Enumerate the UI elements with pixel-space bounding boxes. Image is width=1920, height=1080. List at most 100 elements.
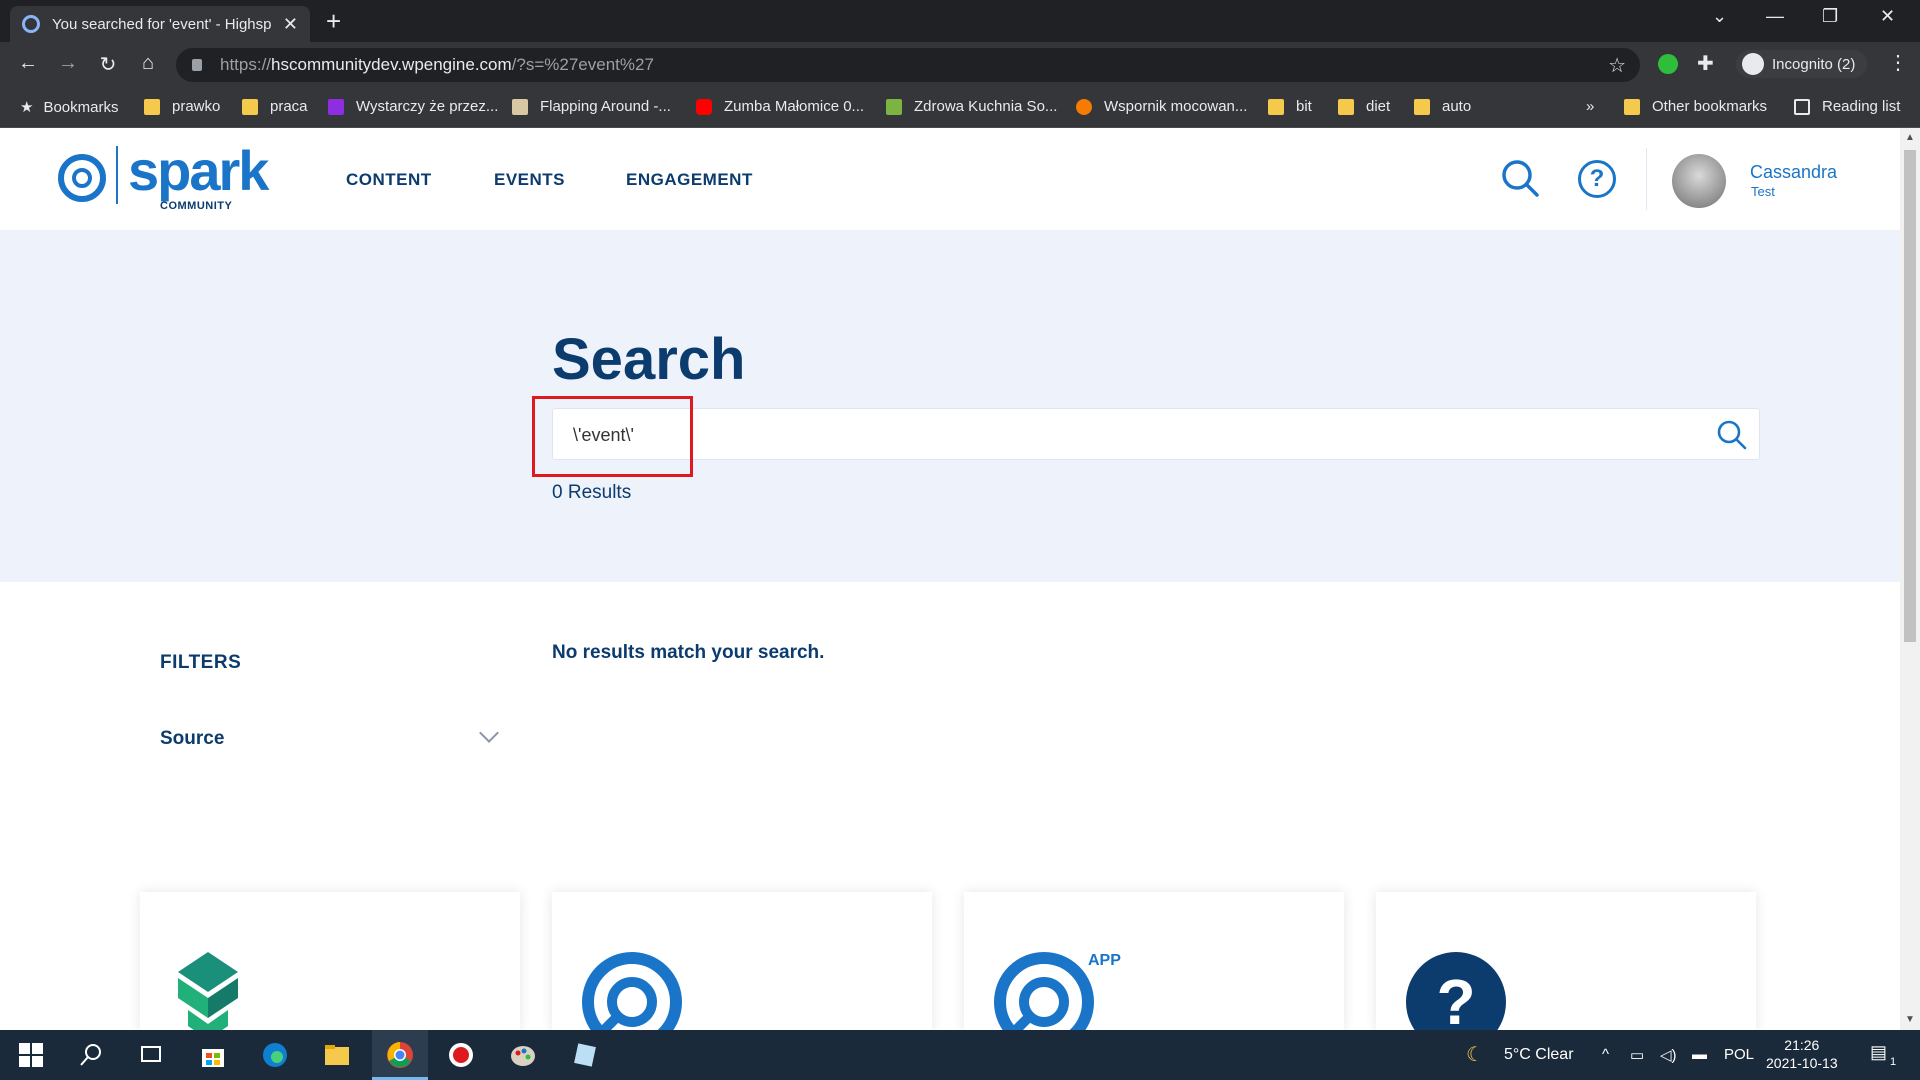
bookmark-bookmarks[interactable]: ★ Bookmarks: [20, 98, 118, 117]
scroll-up-icon[interactable]: ▲: [1905, 132, 1915, 143]
restore-window-button[interactable]: ❐: [1822, 6, 1838, 27]
search-input[interactable]: \'event\': [552, 408, 1760, 460]
bookmarks-overflow-icon[interactable]: »: [1586, 98, 1594, 115]
bookmark-folder-prawko[interactable]: prawko: [144, 98, 220, 115]
incognito-profile-button[interactable]: Incognito (2): [1736, 50, 1868, 78]
spark-logo-icon: [582, 952, 682, 1034]
nav-engagement[interactable]: ENGAGEMENT: [626, 170, 753, 190]
clock[interactable]: 21:26 2021-10-13: [1766, 1036, 1838, 1072]
help-icon[interactable]: ?: [1578, 160, 1616, 198]
volume-icon[interactable]: ◁): [1660, 1046, 1677, 1064]
browser-tab-active[interactable]: You searched for 'event' - Highsp ✕: [10, 6, 310, 42]
folder-icon: [242, 98, 258, 115]
incognito-icon: [1742, 53, 1764, 75]
lock-icon[interactable]: [192, 59, 202, 71]
browser-menu-icon[interactable]: ⋮: [1888, 50, 1908, 75]
url-host: hscommunitydev.wpengine.com: [271, 55, 512, 74]
card-app[interactable]: APP: [964, 892, 1344, 1034]
input-language[interactable]: POL: [1724, 1046, 1754, 1063]
notification-count: 1: [1890, 1056, 1897, 1068]
user-subtitle: Test: [1751, 184, 1775, 199]
chrome-icon[interactable]: [385, 1040, 415, 1070]
url-scheme: https://: [220, 55, 272, 74]
bookmark-wspornik[interactable]: Wspornik mocowan...: [1076, 98, 1247, 115]
scrollbar-thumb[interactable]: [1904, 150, 1916, 642]
network-icon[interactable]: ▭: [1630, 1046, 1644, 1064]
result-count: 0 Results: [552, 482, 632, 503]
back-button[interactable]: ←: [16, 52, 40, 75]
bookmark-folder-other[interactable]: Other bookmarks: [1624, 98, 1767, 115]
extension-icon[interactable]: [1658, 54, 1678, 74]
bookmark-folder-diet[interactable]: diet: [1338, 98, 1390, 115]
reading-list-icon: [1794, 98, 1810, 115]
browser-tab-strip: You searched for 'event' - Highsp ✕ + ⌄ …: [0, 0, 1920, 42]
site-favicon-icon: [512, 98, 528, 115]
windows-start-icon[interactable]: [16, 1040, 46, 1070]
reload-button[interactable]: ↻: [96, 52, 120, 77]
paint-icon[interactable]: [508, 1040, 538, 1070]
bookmark-wystarczy[interactable]: Wystarczy że przez...: [328, 98, 498, 115]
forward-button[interactable]: →: [56, 52, 80, 75]
address-bar[interactable]: https://hscommunitydev.wpengine.com/?s=%…: [176, 48, 1640, 82]
file-explorer-icon[interactable]: [322, 1040, 352, 1070]
nav-events[interactable]: EVENTS: [494, 170, 565, 190]
youtube-icon: [696, 98, 712, 115]
taskbar-search-icon[interactable]: [76, 1040, 106, 1070]
card-spark[interactable]: [552, 892, 932, 1034]
task-view-icon[interactable]: [136, 1040, 166, 1070]
star-icon: ★: [20, 99, 34, 116]
close-window-button[interactable]: ✕: [1880, 6, 1895, 27]
card-community[interactable]: [140, 892, 520, 1040]
tab-search-chevron-icon[interactable]: ⌄: [1712, 6, 1727, 27]
header-search-icon[interactable]: [1500, 158, 1540, 198]
user-name[interactable]: Cassandra: [1750, 162, 1837, 183]
source-filter-label: Source: [160, 728, 225, 749]
notifications-icon[interactable]: ▤: [1870, 1042, 1887, 1063]
extensions-puzzle-icon[interactable]: ✚: [1697, 51, 1714, 76]
tray-overflow-icon[interactable]: ^: [1602, 1046, 1609, 1063]
spark-community-logo[interactable]: spark: [58, 143, 269, 204]
community-logo-icon: [178, 952, 238, 1040]
edge-icon[interactable]: [260, 1040, 290, 1070]
folder-icon: [144, 98, 160, 115]
battery-icon[interactable]: ▬: [1692, 1046, 1707, 1063]
minimize-window-button[interactable]: —: [1766, 6, 1784, 27]
source-filter-dropdown[interactable]: Source: [140, 712, 510, 772]
filters-heading: FILTERS: [160, 652, 242, 673]
search-submit-icon[interactable]: [1715, 418, 1749, 452]
record-icon[interactable]: [446, 1040, 476, 1070]
allegro-icon: [1076, 98, 1092, 115]
new-tab-button[interactable]: +: [326, 6, 341, 36]
bookmark-star-icon[interactable]: ☆: [1608, 53, 1626, 78]
page-title: Search: [552, 327, 746, 392]
bookmark-folder-auto[interactable]: auto: [1414, 98, 1471, 115]
chevron-down-icon[interactable]: [479, 723, 499, 743]
browser-toolbar: ← → ↻ ⌂ https://hscommunitydev.wpengine.…: [0, 42, 1920, 88]
bookmark-folder-bit[interactable]: bit: [1268, 98, 1312, 115]
bookmark-zdrowa-kuchnia[interactable]: Zdrowa Kuchnia So...: [886, 98, 1057, 115]
header-divider: [1646, 148, 1647, 210]
reading-list-button[interactable]: Reading list: [1794, 98, 1900, 115]
home-button[interactable]: ⌂: [136, 52, 160, 75]
page-scrollbar[interactable]: ▲ ▼: [1900, 128, 1920, 1030]
folder-icon: [1338, 98, 1354, 115]
folder-icon: [1268, 98, 1284, 115]
weather-moon-icon[interactable]: ☾: [1466, 1042, 1484, 1067]
tab-title: You searched for 'event' - Highsp: [52, 15, 272, 33]
weather-status[interactable]: 5°C Clear: [1504, 1046, 1574, 1064]
bookmark-zumba[interactable]: Zumba Małomice 0...: [696, 98, 864, 115]
clock-date: 2021-10-13: [1766, 1055, 1838, 1071]
store-icon[interactable]: [198, 1040, 228, 1070]
nav-content[interactable]: CONTENT: [346, 170, 432, 190]
annotation-highlight-box: [532, 396, 693, 477]
site-favicon-icon: [328, 98, 344, 115]
avatar[interactable]: [1672, 154, 1726, 208]
scroll-down-icon[interactable]: ▼: [1905, 1014, 1915, 1025]
bookmark-folder-praca[interactable]: praca: [242, 98, 308, 115]
bookmark-flapping-around[interactable]: Flapping Around -...: [512, 98, 671, 115]
card-help[interactable]: ?: [1376, 892, 1756, 1052]
search-hero: Search \'event\' 0 Results: [0, 230, 1900, 582]
snipping-tool-icon[interactable]: [570, 1040, 600, 1070]
url-query: /?s=%27event%27: [511, 55, 654, 74]
tab-close-icon[interactable]: ✕: [283, 14, 298, 35]
